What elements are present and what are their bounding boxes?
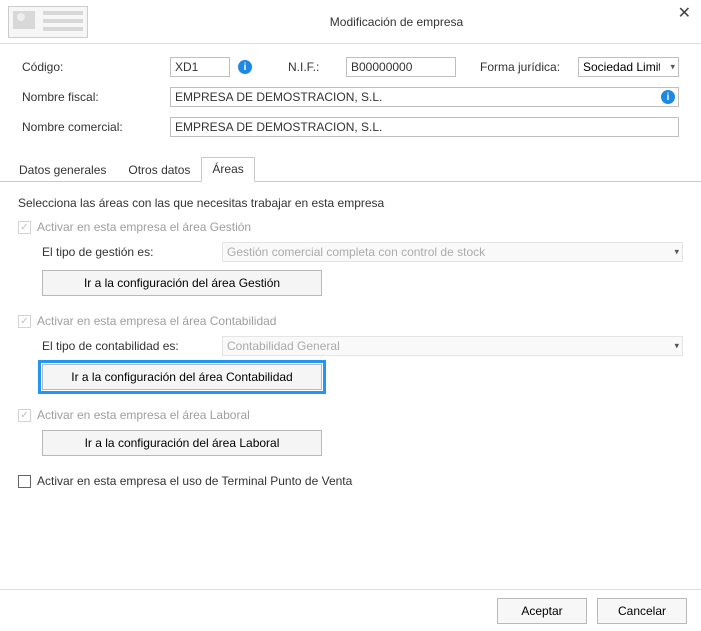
forma-label: Forma jurídica:	[480, 60, 570, 74]
laboral-check-label: Activar en esta empresa el área Laboral	[37, 408, 250, 422]
codigo-input[interactable]	[170, 57, 230, 77]
contabilidad-checkbox	[18, 315, 31, 328]
tpv-checkbox[interactable]	[18, 475, 31, 488]
area-tpv-block: Activar en esta empresa el uso de Termin…	[18, 474, 683, 488]
area-gestion-block: Activar en esta empresa el área Gestión …	[18, 220, 683, 296]
close-icon[interactable]: ✕	[678, 6, 691, 22]
header-form: Código: i N.I.F.: Forma jurídica: Socied…	[0, 44, 701, 152]
laboral-config-button[interactable]: Ir a la configuración del área Laboral	[42, 430, 322, 456]
info-icon[interactable]: i	[238, 60, 252, 74]
nombre-comercial-label: Nombre comercial:	[22, 120, 162, 134]
info-icon[interactable]: i	[661, 90, 675, 104]
gestion-tipo-select: Gestión comercial completa con control d…	[222, 242, 683, 262]
nombre-fiscal-label: Nombre fiscal:	[22, 90, 162, 104]
nombre-comercial-input[interactable]	[170, 117, 679, 137]
codigo-label: Código:	[22, 60, 162, 74]
tab-datos-generales[interactable]: Datos generales	[8, 158, 117, 182]
gestion-check-label: Activar en esta empresa el área Gestión	[37, 220, 251, 234]
gestion-checkbox	[18, 221, 31, 234]
gestion-tipo-label: El tipo de gestión es:	[42, 245, 212, 259]
dialog-footer: Aceptar Cancelar	[0, 589, 701, 631]
contabilidad-tipo-select: Contabilidad General	[222, 336, 683, 356]
area-contabilidad-block: Activar en esta empresa el área Contabil…	[18, 314, 683, 390]
contabilidad-tipo-label: El tipo de contabilidad es:	[42, 339, 212, 353]
forma-juridica-select[interactable]: Sociedad Limitada	[578, 57, 679, 77]
area-laboral-block: Activar en esta empresa el área Laboral …	[18, 408, 683, 456]
contabilidad-check-label: Activar en esta empresa el área Contabil…	[37, 314, 276, 328]
title-bar: Modificación de empresa ✕	[0, 0, 701, 44]
accept-button[interactable]: Aceptar	[497, 598, 587, 624]
nif-label: N.I.F.:	[288, 60, 338, 74]
app-logo-icon	[8, 6, 88, 38]
laboral-checkbox	[18, 409, 31, 422]
gestion-config-button[interactable]: Ir a la configuración del área Gestión	[42, 270, 322, 296]
nombre-fiscal-input[interactable]	[170, 87, 679, 107]
window-title: Modificación de empresa	[100, 15, 693, 29]
tab-otros-datos[interactable]: Otros datos	[117, 158, 201, 182]
cancel-button[interactable]: Cancelar	[597, 598, 687, 624]
contabilidad-config-button[interactable]: Ir a la configuración del área Contabili…	[42, 364, 322, 390]
areas-intro-text: Selecciona las áreas con las que necesit…	[18, 196, 683, 210]
nif-input[interactable]	[346, 57, 456, 77]
tab-strip: Datos generales Otros datos Áreas	[0, 156, 701, 182]
areas-panel: Selecciona las áreas con las que necesit…	[0, 182, 701, 516]
tab-areas[interactable]: Áreas	[201, 157, 254, 182]
tpv-check-label: Activar en esta empresa el uso de Termin…	[37, 474, 352, 488]
